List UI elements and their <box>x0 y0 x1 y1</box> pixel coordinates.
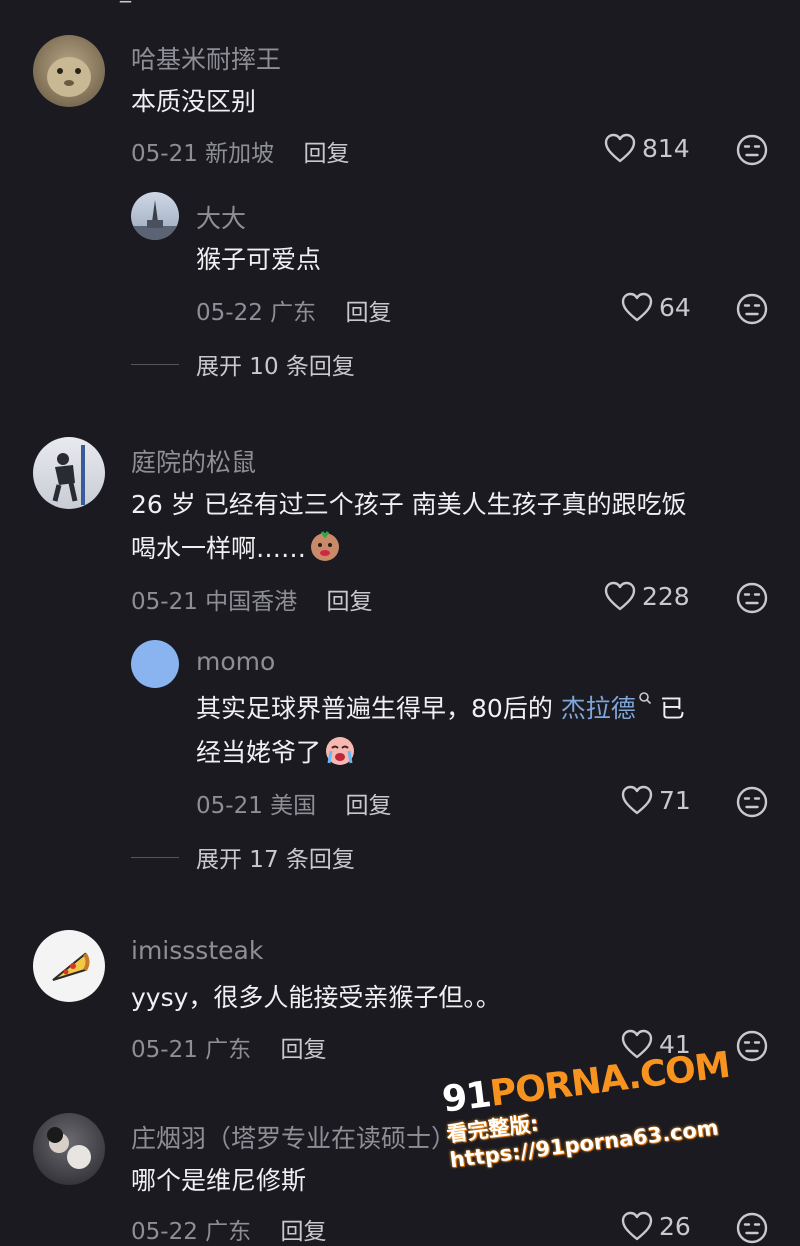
sweating-face-emoji-icon <box>311 531 340 561</box>
comment-text-line2: 喝水一样啊…… <box>131 527 342 571</box>
comment-meta: 05-21 中国香港 回复 <box>131 582 372 616</box>
expand-replies-button[interactable]: 展开 17 条回复 <box>131 840 355 874</box>
divider-line <box>131 856 179 858</box>
reply-meta: 05-21 美国 回复 <box>196 786 391 820</box>
comment-text-line2-content: 喝水一样啊…… <box>131 534 307 563</box>
reply-username[interactable]: 大大 <box>196 199 246 235</box>
avatar[interactable] <box>33 437 105 509</box>
like-button[interactable]: 228 <box>604 581 690 611</box>
comment-date: 05-22 <box>131 1219 198 1245</box>
reply-button[interactable]: 回复 <box>280 1219 326 1245</box>
comment-username[interactable]: 庭院的松鼠 <box>131 443 256 479</box>
dislike-face-icon[interactable] <box>735 785 769 819</box>
like-count: 814 <box>642 133 690 163</box>
reply-username[interactable]: momo <box>196 647 275 676</box>
reply-text: 猴子可爱点 <box>196 245 322 274</box>
comment-location: 广东 <box>205 1219 252 1245</box>
divider-line <box>131 363 179 365</box>
watermark: 91PORNA.COM 看完整版: https://91porna63.com <box>440 1036 800 1173</box>
avatar[interactable] <box>33 35 105 107</box>
reply-button[interactable]: 回复 <box>345 300 391 326</box>
like-count: 64 <box>659 292 691 322</box>
expand-replies-button[interactable]: 展开 10 条回复 <box>131 347 355 381</box>
dislike-face-icon[interactable] <box>735 1211 769 1245</box>
expand-replies-label: 展开 17 条回复 <box>196 847 355 873</box>
comment-date: 05-21 <box>131 589 198 615</box>
reply-location: 广东 <box>270 300 317 326</box>
like-count: 228 <box>642 581 690 611</box>
search-icon[interactable] <box>638 691 652 705</box>
avatar[interactable] <box>33 930 105 1002</box>
heart-icon <box>621 785 653 815</box>
reply-button[interactable]: 回复 <box>345 793 391 819</box>
reply-text-pre: 其实足球界普遍生得早，80后的 <box>196 694 561 723</box>
reply-text-post: 已 <box>651 694 685 723</box>
heart-icon <box>604 581 636 611</box>
avatar[interactable] <box>131 640 179 688</box>
avatar-group-image <box>47 1127 91 1169</box>
search-link[interactable]: 杰拉德 <box>561 694 636 723</box>
comment-text: 哪个是维尼修斯 <box>131 1166 307 1195</box>
dislike-face-icon[interactable] <box>735 581 769 615</box>
dislike-face-icon[interactable] <box>735 133 769 167</box>
comment-meta: 05-21 新加坡 回复 <box>131 134 349 168</box>
reply-button[interactable]: 回复 <box>326 589 372 615</box>
comment-username[interactable]: imisssteak <box>131 936 263 965</box>
reply-text-line2-content: 经当姥爷了 <box>196 738 322 767</box>
heart-icon <box>604 133 636 163</box>
comment-text-line1: 26 岁 已经有过三个孩子 南美人生孩子真的跟吃饭 <box>131 490 687 519</box>
like-count: 26 <box>659 1211 691 1241</box>
comment-text: yysy，很多人能接受亲猴子但。。 <box>131 983 501 1012</box>
like-button[interactable]: 26 <box>621 1211 691 1241</box>
comment-text: 本质没区别 <box>131 87 257 116</box>
avatar-cat-image <box>47 57 91 97</box>
expand-replies-label: 展开 10 条回复 <box>196 354 355 380</box>
reply-text-line2: 经当姥爷了 <box>196 731 357 775</box>
avatar-person-image <box>52 445 85 505</box>
comment-username[interactable]: 庄烟羽（塔罗专业在读硕士） <box>131 1119 456 1155</box>
reply-date: 05-21 <box>196 793 263 819</box>
reply-button[interactable]: 回复 <box>303 141 349 167</box>
comment-username[interactable]: 哈基米耐摔王 <box>131 40 281 76</box>
heart-icon <box>621 292 653 322</box>
avatar-building-image <box>131 200 179 240</box>
comment-date: 05-21 <box>131 141 198 167</box>
reply-button[interactable]: 回复 <box>280 1037 326 1063</box>
avatar[interactable] <box>33 1113 105 1185</box>
reply-location: 美国 <box>270 793 317 819</box>
reply-date: 05-22 <box>196 300 263 326</box>
like-button[interactable]: 64 <box>621 292 691 322</box>
comment-date: 05-21 <box>131 1037 198 1063</box>
crying-face-emoji-icon <box>326 737 355 765</box>
comment-location: 新加坡 <box>205 141 275 167</box>
avatar[interactable] <box>131 192 179 240</box>
dislike-face-icon[interactable] <box>735 292 769 326</box>
like-count: 71 <box>659 785 691 815</box>
pizza-icon <box>52 952 90 981</box>
heart-icon <box>621 1211 653 1241</box>
like-button[interactable]: 814 <box>604 133 690 163</box>
comment-meta: 05-22 广东 回复 <box>131 1212 326 1246</box>
reply-text-line1: 其实足球界普遍生得早，80后的 杰拉德 已 <box>196 687 685 731</box>
like-button[interactable]: 71 <box>621 785 691 815</box>
comment-location: 中国香港 <box>205 589 298 615</box>
top-fragment: _ <box>120 0 131 3</box>
comment-location: 广东 <box>205 1037 252 1063</box>
reply-meta: 05-22 广东 回复 <box>196 293 391 327</box>
comment-meta: 05-21 广东 回复 <box>131 1030 326 1064</box>
